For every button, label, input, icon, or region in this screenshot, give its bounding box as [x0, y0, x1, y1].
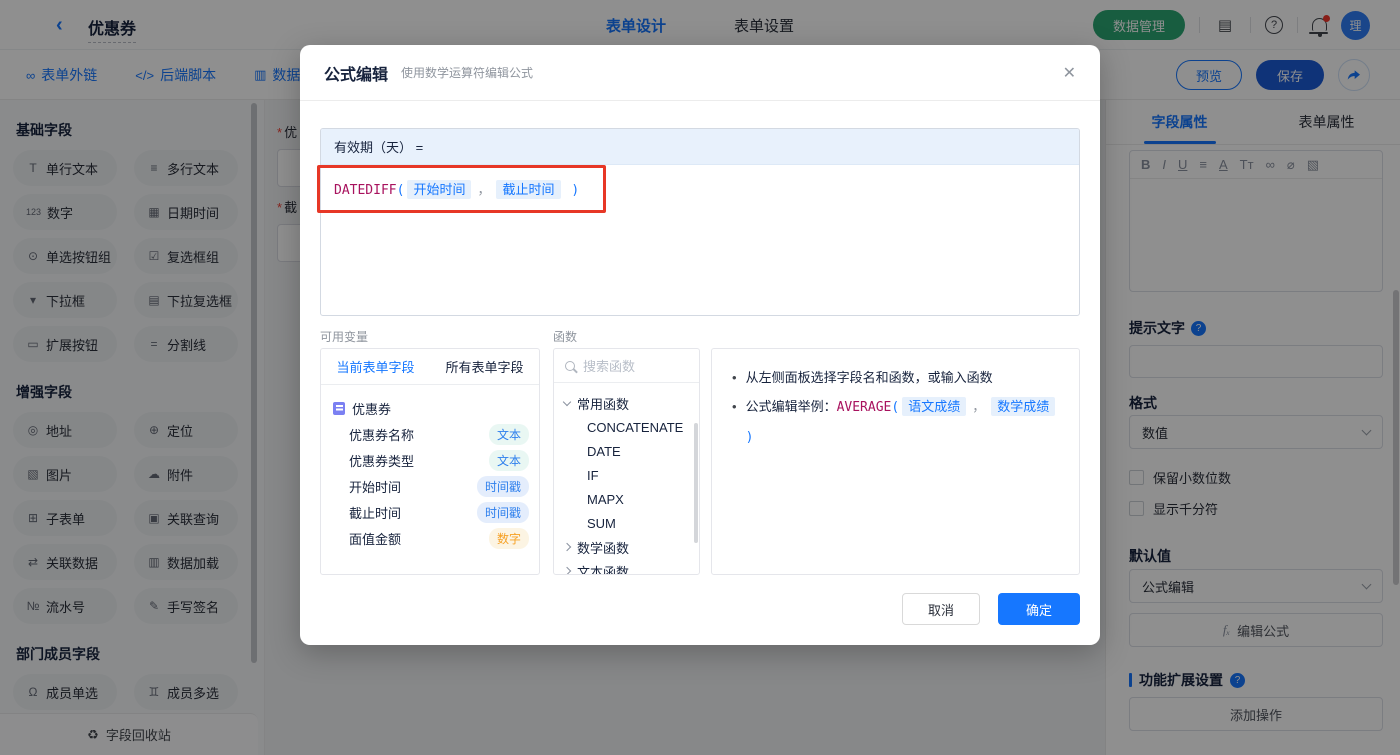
modal-header: 公式编辑 使用数学运算符编辑公式 ✕	[300, 45, 1100, 101]
formula-target: 有效期（天） =	[321, 129, 1079, 165]
function-if[interactable]: IF	[564, 463, 699, 487]
variables-tree: 优惠券 优惠券名称 文本 优惠券类型 文本 开始时间 时间戳 截止时间 时间戳	[321, 385, 539, 551]
field-chip-end-time[interactable]: 截止时间	[496, 180, 561, 199]
functions-scrollbar[interactable]	[694, 423, 698, 543]
form-doc-icon	[333, 401, 345, 415]
group-label: 常用函数	[577, 396, 630, 412]
field-chip-start-time[interactable]: 开始时间	[407, 180, 472, 199]
variable-face-value[interactable]: 面值金额 数字	[333, 525, 529, 551]
type-badge: 时间戳	[476, 501, 529, 523]
chevron-right-icon	[562, 542, 572, 552]
function-sum[interactable]: SUM	[564, 511, 699, 535]
group-label: 数学函数	[577, 540, 630, 556]
variable-name: 优惠券类型	[349, 453, 415, 469]
function-search[interactable]: 搜索函数	[554, 349, 699, 383]
close-paren: )	[571, 183, 580, 198]
variables-section-label: 可用变量	[320, 330, 369, 344]
form-designer-app: ‹ 优惠券 表单设计 表单设置 数据管理 ▤ ? 理 ∞ 表单外链 </> 后端…	[0, 0, 1400, 755]
open-paren: (	[891, 400, 900, 415]
function-date[interactable]: DATE	[564, 439, 699, 463]
variable-end-time[interactable]: 截止时间 时间戳	[333, 499, 529, 525]
variable-start-time[interactable]: 开始时间 时间戳	[333, 473, 529, 499]
tab-current-form-fields[interactable]: 当前表单字段	[336, 357, 414, 376]
open-paren: (	[396, 183, 405, 198]
formula-editor-modal: 公式编辑 使用数学运算符编辑公式 ✕ 有效期（天） = DATEDIFF(开始时…	[300, 45, 1100, 645]
example-function-name: AVERAGE	[836, 400, 892, 415]
chevron-right-icon	[562, 566, 572, 574]
formula-editor: 有效期（天） = DATEDIFF(开始时间 ， 截止时间 )	[320, 128, 1080, 316]
function-list: 常用函数 CONCATENATE DATE IF MAPX SUM 数学函数 文…	[554, 383, 699, 575]
confirm-button[interactable]: 确定	[998, 593, 1080, 625]
tips-panel: 从左侧面板选择字段名和函数，或输入函数 公式编辑举例：AVERAGE(语文成绩 ，…	[711, 348, 1080, 575]
tab-all-form-fields[interactable]: 所有表单字段	[445, 357, 523, 376]
example-chip-math-score: 数学成绩	[991, 397, 1056, 416]
variable-name: 优惠券名称	[349, 427, 415, 443]
comma: ，	[972, 399, 986, 414]
modal-footer: 取消 确定	[902, 593, 1080, 625]
example-prefix: 公式编辑举例：	[745, 399, 837, 414]
variables-tabs: 当前表单字段 所有表单字段	[321, 349, 539, 385]
function-mapx[interactable]: MAPX	[564, 487, 699, 511]
variable-name: 面值金额	[349, 531, 402, 547]
type-badge: 文本	[488, 449, 529, 471]
group-common-functions[interactable]: 常用函数	[562, 391, 699, 415]
variables-panel: 当前表单字段 所有表单字段 优惠券 优惠券名称 文本 优惠券类型 文本 开始时间	[320, 348, 540, 575]
tip-select-fields: 从左侧面板选择字段名和函数，或输入函数	[732, 363, 1059, 392]
tip-formula-example: 公式编辑举例：AVERAGE(语文成绩 ， 数学成绩 )	[732, 392, 1059, 452]
close-icon[interactable]: ✕	[1063, 63, 1076, 83]
function-name: DATEDIFF	[334, 183, 397, 198]
group-label: 文本函数	[577, 564, 630, 575]
variable-name: 截止时间	[349, 505, 402, 521]
group-text-functions[interactable]: 文本函数	[562, 559, 699, 575]
root-label: 优惠券	[352, 401, 392, 417]
variable-coupon-type[interactable]: 优惠券类型 文本	[333, 447, 529, 473]
modal-subtitle: 使用数学运算符编辑公式	[401, 66, 534, 80]
close-paren: )	[745, 430, 754, 445]
type-badge: 数字	[488, 527, 529, 549]
example-chip-chinese-score: 语文成绩	[902, 397, 967, 416]
functions-panel: 搜索函数 常用函数 CONCATENATE DATE IF MAPX SUM 数…	[553, 348, 700, 575]
variable-name: 开始时间	[349, 479, 402, 495]
formula-expression[interactable]: DATEDIFF(开始时间 ， 截止时间 )	[321, 165, 1079, 212]
function-concatenate[interactable]: CONCATENATE	[564, 415, 699, 439]
search-icon	[565, 360, 575, 371]
modal-title: 公式编辑	[324, 66, 389, 84]
tree-root-coupon[interactable]: 优惠券	[333, 395, 529, 421]
cancel-button[interactable]: 取消	[902, 593, 980, 625]
variable-coupon-name[interactable]: 优惠券名称 文本	[333, 421, 529, 447]
chevron-down-icon	[562, 397, 572, 407]
comma: ，	[477, 183, 491, 198]
search-placeholder: 搜索函数	[583, 359, 636, 374]
type-badge: 时间戳	[476, 475, 529, 497]
type-badge: 文本	[488, 423, 529, 445]
functions-section-label: 函数	[553, 330, 578, 344]
group-math-functions[interactable]: 数学函数	[562, 535, 699, 559]
